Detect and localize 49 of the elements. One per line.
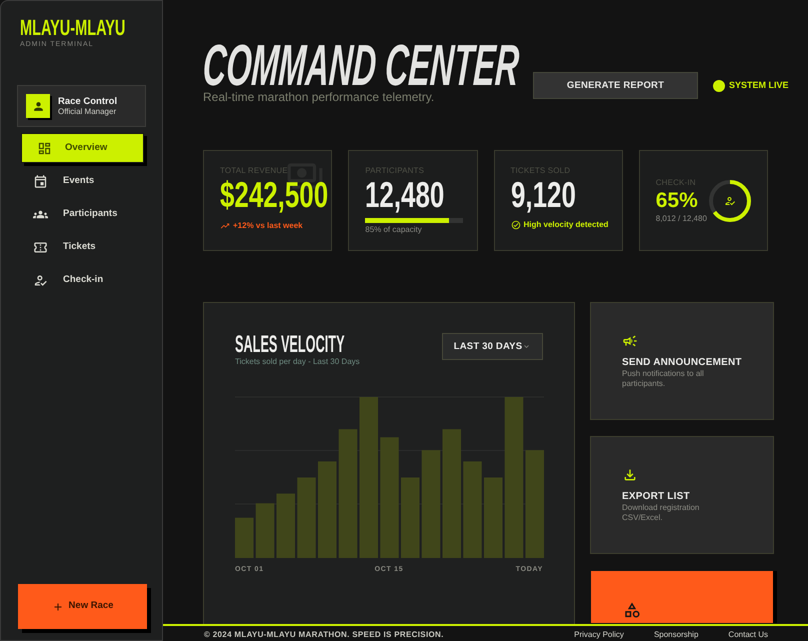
action-card[interactable]: EXPORT LIST Download registration CSV/Excel. — [590, 436, 774, 554]
range-dropdown[interactable]: LAST 30 DAYS — [442, 333, 543, 360]
action-description: Push notifications to all participants. — [622, 369, 705, 390]
stat-value: $242,500 — [220, 177, 328, 214]
stat-note: 85% of capacity — [365, 225, 422, 236]
nav-item[interactable]: Participants — [17, 199, 146, 229]
brand-name: MLAYU-MLAYU — [20, 17, 126, 39]
nav-item[interactable]: Tickets — [17, 232, 146, 262]
nav-item[interactable]: Overview — [21, 133, 144, 163]
dashboard-icon — [37, 140, 52, 156]
trend-up-icon — [220, 221, 230, 232]
plus-icon — [52, 600, 64, 612]
action-description: Download registration CSV/Excel. — [622, 503, 700, 524]
stat-value: 9,120 — [510, 177, 576, 214]
action-card[interactable] — [591, 571, 773, 624]
nav-item[interactable]: Check-in — [17, 265, 146, 295]
action-title: EXPORT LIST — [622, 491, 691, 504]
new-race-button[interactable]: New Race — [18, 584, 147, 629]
chart-bar — [235, 518, 254, 558]
action-card[interactable]: SEND ANNOUNCEMENT Push notifications to all participants. — [590, 302, 774, 420]
megaphone-icon — [622, 333, 638, 350]
chart-title: SALES VELOCITY — [235, 333, 345, 358]
chart-subtitle: Tickets sold per day - Last 30 Days — [235, 357, 360, 368]
nav-item[interactable]: Events — [17, 166, 146, 196]
profile-name: Race Control — [58, 96, 118, 106]
chart-bar — [256, 504, 274, 558]
copyright-text: © 2024 MLAYU-MLAYU MARATHON. SPEED IS PRECISION. — [204, 630, 444, 640]
stat-value: 12,480 — [365, 177, 445, 214]
avatar-icon — [26, 94, 50, 118]
profile-role: Official Manager — [58, 106, 118, 116]
footer-link[interactable]: Contact Us — [728, 630, 768, 640]
calendar-icon — [33, 174, 48, 188]
status-label: SYSTEM LIVE — [729, 80, 789, 92]
stat-note: High velocity detected — [524, 220, 608, 230]
action-title: SEND ANNOUNCEMENT — [622, 357, 742, 370]
stat-note: 8,012 / 12,480 — [656, 214, 707, 224]
download-icon — [622, 467, 638, 484]
shapes-icon — [623, 601, 641, 620]
user-check-icon — [33, 272, 48, 288]
ticket-icon — [33, 240, 48, 254]
stat-note: +12% vs last week — [233, 221, 303, 232]
stat-value: 65% — [656, 190, 698, 211]
page-subtitle: Real-time marathon performance telemetry. — [203, 90, 434, 104]
generate-report-button[interactable]: GENERATE REPORT — [533, 72, 698, 100]
page-title: COMMAND CENTER — [202, 43, 520, 90]
footer-link[interactable]: Privacy Policy — [574, 630, 624, 640]
footer-link[interactable]: Sponsorship — [654, 630, 698, 640]
user-check-icon — [724, 194, 736, 207]
chart-bar — [276, 494, 296, 558]
